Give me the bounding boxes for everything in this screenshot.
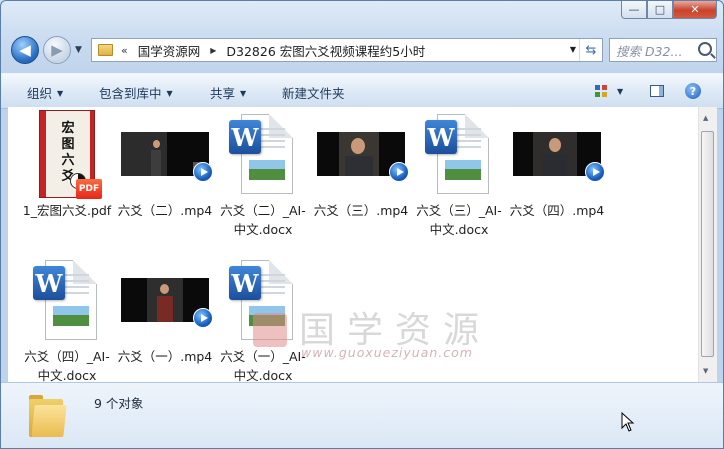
back-button[interactable]: ◀	[11, 36, 39, 64]
watermark-text: 国学资源	[299, 310, 492, 351]
video-thumbnail	[113, 107, 217, 201]
media-player-icon	[585, 162, 605, 182]
watermark-url: www.guoxueziyuan.com	[301, 345, 473, 360]
search-icon[interactable]	[698, 42, 712, 56]
help-icon[interactable]: ?	[685, 80, 701, 102]
search-input[interactable]: 搜索 D32...	[609, 38, 717, 62]
address-dropdown-icon[interactable]: ▼	[570, 45, 576, 54]
breadcrumb-guoxue[interactable]: 国学资源网	[138, 41, 201, 60]
file-name: 六爻（二）.mp4	[117, 203, 213, 218]
file-list[interactable]: 宏 图 六 爻 PDF 1_宏图六爻.pdf 六爻（二）.mp4 W 六爻（二）…	[8, 107, 698, 383]
include-library-menu[interactable]: 包含到库中 ▼	[99, 83, 173, 102]
item-count: 9 个对象	[94, 396, 144, 411]
video-thumbnail	[505, 107, 609, 201]
file-name: 六爻（三）.mp4	[313, 203, 409, 218]
scrollbar-thumb[interactable]	[701, 131, 714, 357]
chevron-down-icon: ▼	[240, 89, 247, 98]
file-name: 六爻（二）_AI- 中文.docx	[220, 203, 306, 237]
word-document-icon: W	[15, 253, 119, 347]
command-bar: 组织 ▼ 包含到库中 ▼ 共享 ▼ 新建文件夹 ▼ ?	[1, 73, 723, 109]
close-button[interactable]: ✕	[673, 1, 717, 19]
file-name: 1_宏图六爻.pdf	[22, 203, 112, 218]
explorer-window: — □ ✕ ◀ ▶ ▼ « 国学资源网 ▶ D32826 宏图六爻视频课程约5小…	[0, 0, 724, 449]
pdf-badge-icon: PDF	[76, 179, 102, 199]
maximize-button[interactable]: □	[647, 1, 673, 19]
vertical-scrollbar[interactable]: ▲ ▼	[698, 107, 717, 382]
file-name: 六爻（一）.mp4	[117, 349, 213, 364]
back-icon: ◀	[19, 41, 31, 59]
file-name: 六爻（四）.mp4	[509, 203, 605, 218]
minimize-button[interactable]: —	[621, 1, 647, 19]
navigation-bar: ◀ ▶ ▼ « 国学资源网 ▶ D32826 宏图六爻视频课程约5小时 ▼ ⇆ …	[9, 35, 717, 65]
preview-pane-icon[interactable]	[649, 80, 665, 102]
word-document-icon: W	[211, 253, 315, 347]
share-menu[interactable]: 共享 ▼	[210, 83, 246, 102]
refresh-icon[interactable]: ⇆	[579, 39, 602, 61]
word-document-icon: W	[407, 107, 511, 201]
view-icon[interactable]	[593, 80, 609, 102]
breadcrumb-current-folder[interactable]: D32826 宏图六爻视频课程约5小时	[226, 41, 425, 60]
chevron-down-icon: ▼	[57, 89, 64, 98]
file-name: 六爻（一）_AI- 中文.docx	[220, 349, 306, 383]
scroll-up-icon[interactable]: ▲	[703, 114, 708, 122]
address-overflow[interactable]: «	[121, 44, 128, 57]
breadcrumb-separator-icon[interactable]: ▶	[210, 46, 216, 55]
folder-icon	[98, 44, 113, 56]
folder-icon	[29, 395, 67, 437]
caption-buttons: — □ ✕	[621, 1, 717, 19]
scroll-down-icon[interactable]: ▼	[703, 367, 708, 375]
pdf-thumbnail: 宏 图 六 爻 PDF	[15, 107, 119, 201]
organize-menu[interactable]: 组织 ▼	[27, 83, 63, 102]
video-thumbnail	[309, 107, 413, 201]
address-bar[interactable]: « 国学资源网 ▶ D32826 宏图六爻视频课程约5小时 ▼ ⇆	[91, 38, 603, 62]
word-document-icon: W	[211, 107, 315, 201]
file-name: 六爻（四）_AI- 中文.docx	[24, 349, 110, 383]
media-player-icon	[193, 308, 213, 328]
video-thumbnail	[113, 253, 217, 347]
forward-icon: ▶	[51, 41, 63, 59]
media-player-icon	[193, 162, 213, 182]
view-dropdown-icon[interactable]: ▼	[617, 80, 623, 102]
details-pane: 9 个对象	[1, 382, 723, 448]
file-name: 六爻（三）_AI- 中文.docx	[416, 203, 502, 237]
media-player-icon	[389, 162, 409, 182]
recent-pages-dropdown[interactable]: ▼	[75, 45, 82, 55]
new-folder-button[interactable]: 新建文件夹	[282, 83, 345, 102]
forward-button[interactable]: ▶	[43, 36, 71, 64]
search-placeholder: 搜索 D32...	[616, 43, 683, 59]
chevron-down-icon: ▼	[166, 89, 173, 98]
